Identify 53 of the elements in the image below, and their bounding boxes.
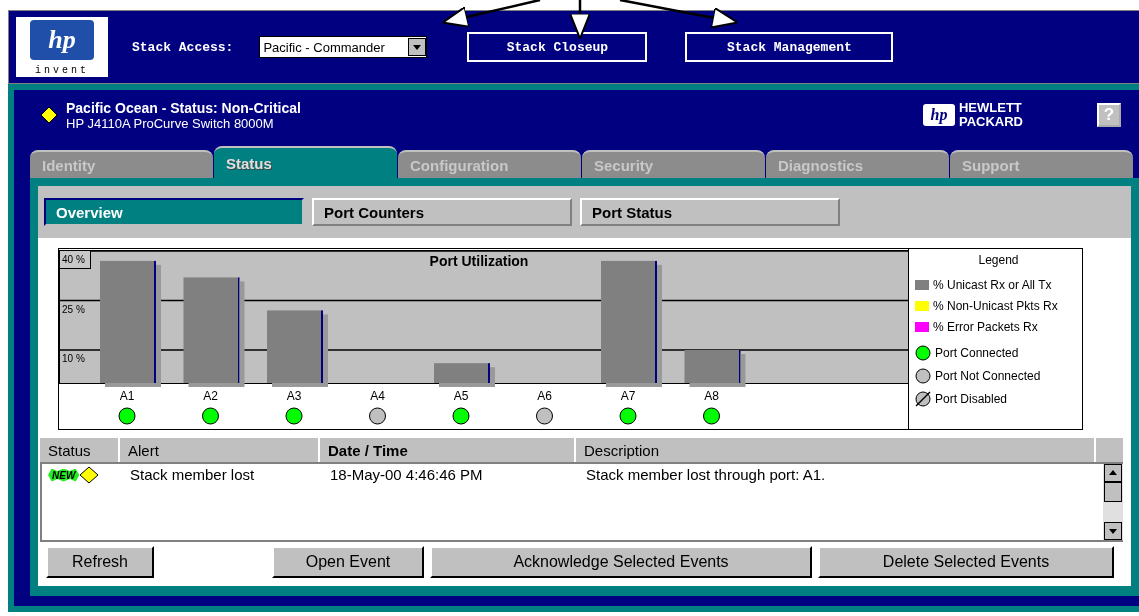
nav-button[interactable]: Stack Closeup — [467, 32, 648, 62]
legend-title: Legend — [978, 253, 1019, 267]
action-button[interactable]: Acknowledge Selected Events — [430, 546, 812, 578]
sub-tab[interactable]: Overview — [44, 198, 304, 226]
axis-label: 25 % — [62, 303, 85, 315]
tab[interactable]: Status — [214, 146, 397, 178]
scroll-down-icon[interactable] — [1104, 522, 1122, 540]
port-label: A6 — [537, 389, 552, 403]
port-label: A5 — [453, 389, 469, 403]
action-button[interactable]: Delete Selected Events — [818, 546, 1114, 578]
bar — [434, 363, 490, 383]
port-label: A2 — [203, 389, 218, 403]
axis-label: 40 % — [62, 254, 85, 265]
device-title: Pacific Ocean - Status: Non-Critical — [66, 99, 301, 116]
column-header[interactable]: Alert — [120, 438, 320, 462]
scroll-up-icon[interactable] — [1104, 464, 1122, 482]
legend-label: % Non-Unicast Pkts Rx — [933, 299, 1058, 313]
bar — [684, 350, 741, 383]
axis-label: 10 % — [62, 353, 85, 364]
not-connected-icon — [915, 368, 931, 384]
sub-tab[interactable]: Port Status — [580, 198, 840, 226]
legend-label: % Error Packets Rx — [933, 320, 1038, 334]
table-cell-text: Stack member lost — [129, 466, 256, 484]
hp-logo: hp invent — [16, 17, 108, 77]
legend-label: Port Connected — [935, 346, 1019, 360]
action-button[interactable]: Refresh — [46, 546, 154, 578]
legend-label: % Unicast Rx or All Tx — [933, 278, 1052, 292]
port-label: A4 — [370, 389, 385, 403]
legend-label: Port Not Connected — [935, 369, 1041, 383]
port-label: A3 — [286, 389, 302, 403]
port-label: A1 — [119, 389, 135, 403]
device-model: HP J4110A ProCurve Switch 8000M — [66, 115, 275, 131]
connected-icon — [915, 345, 931, 361]
port-label: A8 — [704, 389, 719, 403]
sub-tab[interactable]: Port Counters — [312, 198, 572, 226]
stack-select[interactable]: Pacific - Commander — [259, 36, 428, 58]
new-badge: NEW — [48, 468, 80, 482]
disabled-icon — [915, 391, 931, 407]
column-header[interactable]: Status — [40, 438, 120, 462]
column-header[interactable]: Date / Time — [320, 438, 576, 462]
scrollbar[interactable] — [1103, 464, 1123, 540]
column-header[interactable]: Description — [576, 438, 1096, 462]
nav-button[interactable]: Stack Management — [685, 32, 894, 62]
chart-title: Port Utilization — [429, 253, 529, 269]
stack-access-label: Stack Access: — [132, 39, 234, 55]
dropdown-icon — [408, 38, 427, 56]
scroll-thumb[interactable] — [1104, 482, 1122, 502]
table-cell-text: Stack member lost through port: A1. — [585, 466, 827, 484]
port-label: A7 — [620, 389, 636, 403]
table-cell-text: 18-May-00 4:46:46 PM — [329, 466, 484, 484]
arrow — [569, 0, 591, 40]
action-button[interactable]: Open Event — [272, 546, 424, 578]
legend-label: Port Disabled — [935, 392, 1008, 406]
